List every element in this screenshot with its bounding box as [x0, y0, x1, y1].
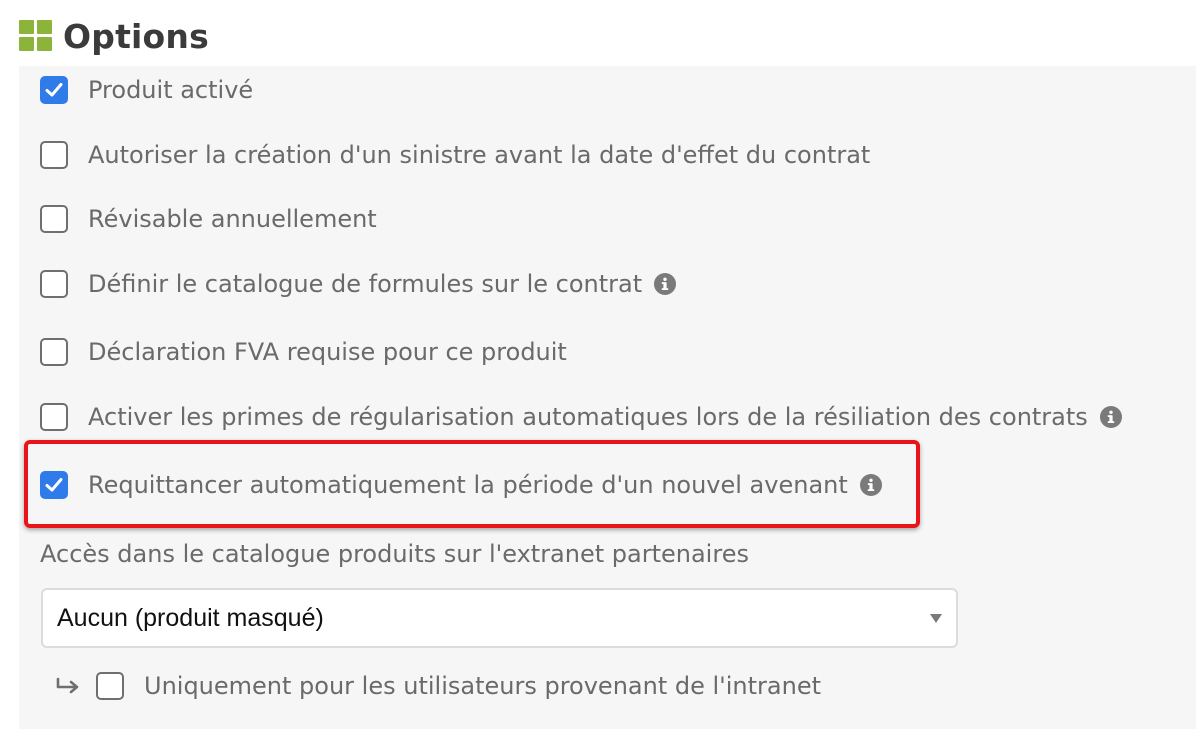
checkbox-primes-regularisation[interactable]: [40, 403, 68, 431]
option-label: Produit activé: [88, 76, 254, 104]
option-label: Révisable annuellement: [88, 205, 377, 233]
option-label: Autoriser la création d'un sinistre avan…: [88, 141, 871, 169]
option-label: Déclaration FVA requise pour ce produit: [88, 338, 567, 366]
subdirectory-arrow-icon: [56, 677, 79, 694]
option-autoriser-sinistre[interactable]: Autoriser la création d'un sinistre avan…: [40, 135, 870, 175]
info-icon[interactable]: [654, 273, 677, 295]
section-title: Options: [63, 16, 209, 56]
option-uniquement-intranet[interactable]: Uniquement pour les utilisateurs provena…: [56, 666, 821, 706]
checkbox-catalogue-formules[interactable]: [40, 270, 68, 298]
checkbox-autoriser-sinistre[interactable]: [40, 141, 68, 169]
select-value: Aucun (produit masqué): [57, 603, 324, 632]
checkmark-icon: [45, 478, 63, 492]
checkbox-declaration-fva[interactable]: [40, 338, 68, 366]
option-produit-active[interactable]: Produit activé: [40, 70, 253, 110]
info-icon[interactable]: [859, 474, 882, 496]
option-requittancer-avenant[interactable]: Requittancer automatiquement la période …: [40, 465, 882, 505]
option-primes-regularisation[interactable]: Activer les primes de régularisation aut…: [40, 397, 1122, 437]
option-declaration-fva[interactable]: Déclaration FVA requise pour ce produit: [40, 332, 567, 372]
checkbox-uniquement-intranet[interactable]: [96, 672, 124, 700]
option-label: Définir le catalogue de formules sur le …: [88, 270, 643, 298]
option-label: Requittancer automatiquement la période …: [88, 471, 848, 499]
checkbox-produit-active[interactable]: [40, 76, 68, 104]
section-header: Options: [19, 14, 209, 58]
grid-icon: [19, 20, 53, 52]
access-label: Accès dans le catalogue produits sur l'e…: [40, 540, 749, 568]
checkbox-requittancer-avenant[interactable]: [40, 471, 68, 499]
checkbox-revisable-annuellement[interactable]: [40, 205, 68, 233]
option-catalogue-formules[interactable]: Définir le catalogue de formules sur le …: [40, 264, 677, 304]
info-icon[interactable]: [1099, 406, 1122, 428]
chevron-down-icon: [930, 614, 942, 623]
access-select[interactable]: Aucun (produit masqué): [41, 588, 958, 648]
option-revisable-annuellement[interactable]: Révisable annuellement: [40, 199, 377, 239]
option-label: Uniquement pour les utilisateurs provena…: [144, 672, 822, 700]
checkmark-icon: [45, 83, 63, 97]
option-label: Activer les primes de régularisation aut…: [88, 403, 1088, 431]
